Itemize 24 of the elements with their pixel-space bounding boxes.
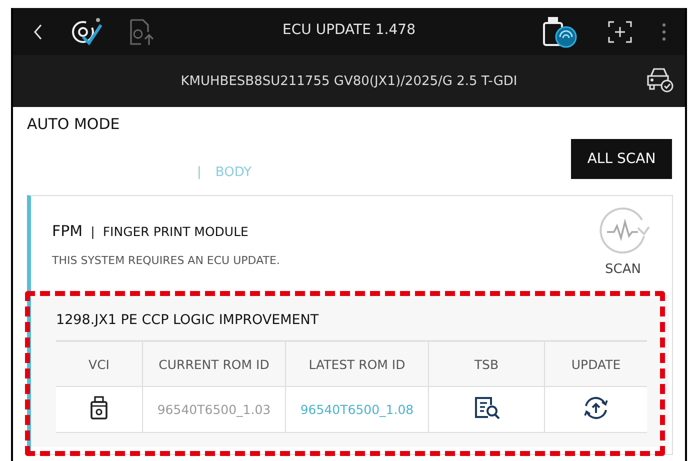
- mode-title: AUTO MODE: [27, 115, 120, 133]
- back-icon[interactable]: [33, 24, 43, 40]
- system-separator: |: [90, 224, 95, 239]
- vehicle-info: KMUHBESB8SU211755 GV80(JX1)/2025/G 2.5 T-GDI: [180, 74, 518, 88]
- tab-separator: |: [197, 165, 202, 180]
- all-scan-button[interactable]: ALL SCAN: [571, 139, 672, 179]
- system-code: FPM: [52, 222, 83, 240]
- gear-check-icon[interactable]: [69, 16, 103, 46]
- screen-title: ECU UPDATE 1.478: [282, 22, 416, 38]
- document-upload-icon[interactable]: [129, 18, 155, 46]
- scan-label: SCAN: [605, 262, 641, 277]
- category-tab[interactable]: BODY: [215, 165, 252, 180]
- document-search-icon[interactable]: [474, 396, 500, 420]
- system-name: FINGER PRINT MODULE: [102, 224, 248, 239]
- update-sync-icon[interactable]: [582, 396, 610, 420]
- scan-frame-icon[interactable]: [608, 20, 632, 42]
- vci-connection-icon[interactable]: [542, 16, 578, 48]
- vci-device-icon[interactable]: [90, 396, 108, 420]
- update-message: THIS SYSTEM REQUIRES AN ECU UPDATE.: [52, 254, 281, 267]
- more-menu-icon[interactable]: [662, 22, 666, 40]
- rom-id-link[interactable]: 96540T6500_1.08: [286, 386, 428, 432]
- car-check-icon[interactable]: [646, 67, 674, 93]
- table-cell: 96540T6500_1.03: [142, 386, 286, 432]
- update-title: 1298.JX1 PE CCP LOGIC IMPROVEMENT: [56, 312, 320, 328]
